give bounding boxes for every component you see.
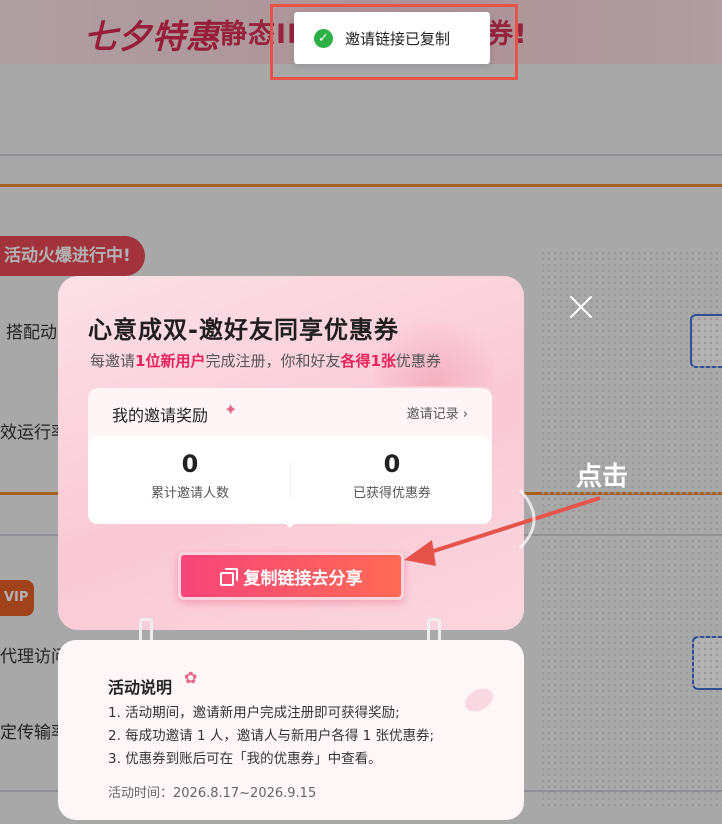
copy-link-share-button[interactable]: 复制链接去分享 (178, 552, 404, 600)
rules-card: 活动说明 ✿ 1. 活动期间，邀请新用户完成注册即可获得奖励; 2. 每成功邀请… (58, 640, 524, 820)
rules-title: 活动说明 (108, 678, 173, 697)
sparkle-icon: ✦ (224, 400, 238, 419)
toast-message: 邀请链接已复制 (345, 29, 451, 48)
share-button-label: 复制链接去分享 (243, 568, 363, 589)
subtitle-highlight: 1位新用户 (135, 352, 206, 370)
reward-panel: 我的邀请奖励 ✦ 邀请记录 › 0 累计邀请人数 0 已获得优惠券 (88, 388, 492, 528)
click-annotation-label: 点击 (576, 462, 629, 492)
stat-invited: 0 累计邀请人数 (90, 450, 290, 501)
reward-header: 我的邀请奖励 ✦ 邀请记录 › (88, 388, 492, 436)
rule-item: 3. 优惠券到账后可在「我的优惠券」中查看。 (108, 751, 382, 767)
panel-notch (278, 516, 302, 528)
invite-subtitle: 每邀请1位新用户完成注册，你和好友各得1张优惠券 (90, 350, 441, 371)
activity-time: 活动时间：2026.8.17~2026.9.15 (108, 786, 317, 801)
subtitle-highlight: 各得1张 (340, 352, 396, 370)
stat-coupons: 0 已获得优惠券 (292, 450, 492, 501)
stat-divider (290, 462, 291, 498)
toast: ✓ 邀请链接已复制 (294, 12, 490, 64)
invite-records-link[interactable]: 邀请记录 › (407, 403, 468, 422)
rule-item: 2. 每成功邀请 1 人，邀请人与新用户各得 1 张优惠券; (108, 728, 435, 744)
reward-title: 我的邀请奖励 (112, 406, 209, 425)
invite-title: 心意成双-邀好友同享优惠券 (88, 316, 399, 344)
stat-value: 0 (181, 450, 199, 478)
rules-list: 1. 活动期间，邀请新用户完成注册即可获得奖励; 2. 每成功邀请 1 人，邀请… (108, 702, 434, 771)
petal-decoration (461, 683, 497, 717)
reward-stats: 0 累计邀请人数 0 已获得优惠券 (88, 436, 492, 524)
rule-item: 1. 活动期间，邀请新用户完成注册即可获得奖励; (108, 705, 400, 721)
subtitle-part: 每邀请 (90, 352, 136, 370)
stat-label: 已获得优惠券 (352, 486, 431, 501)
invite-card: 心意成双-邀好友同享优惠券 每邀请1位新用户完成注册，你和好友各得1张优惠券 我… (58, 276, 524, 630)
close-icon[interactable] (566, 292, 596, 322)
stat-label: 累计邀请人数 (150, 486, 229, 501)
check-circle-icon: ✓ (314, 28, 333, 48)
subtitle-part: 优惠券 (395, 352, 441, 370)
stat-value: 0 (383, 450, 401, 478)
copy-icon (219, 568, 238, 586)
subtitle-part: 完成注册，你和好友 (205, 352, 341, 370)
sparkle-icon: ✿ (184, 668, 198, 687)
